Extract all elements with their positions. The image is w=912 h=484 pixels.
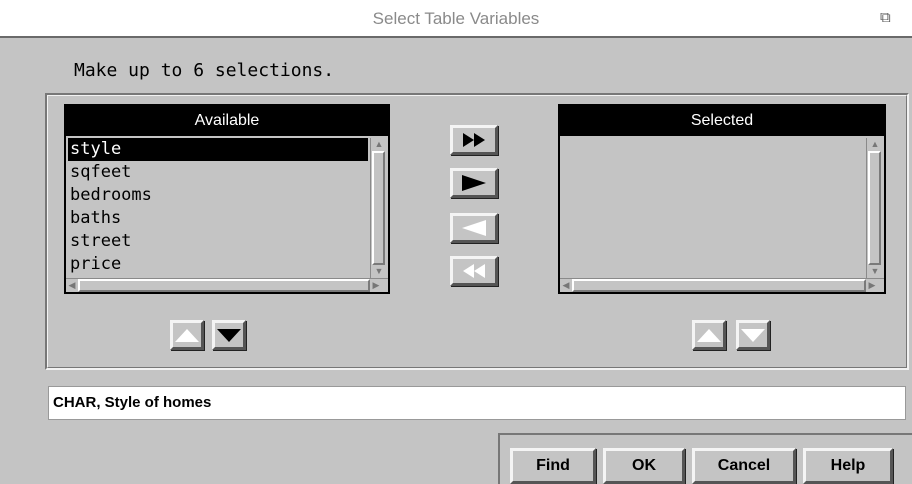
selected-horizontal-scrollbar[interactable]: ◀ ▶	[560, 278, 884, 292]
available-listbox[interactable]: Available style sqfeet bedrooms baths st…	[64, 104, 390, 294]
selected-vertical-scrollbar[interactable]: ▲ ▼	[866, 138, 882, 278]
variable-info-field[interactable]: CHAR, Style of homes	[48, 386, 906, 420]
find-button[interactable]: Find	[510, 448, 596, 484]
ok-button[interactable]: OK	[603, 448, 685, 484]
scroll-left-arrow-icon[interactable]: ◀	[560, 279, 572, 291]
available-vscroll-thumb[interactable]	[372, 151, 385, 265]
available-move-down-button[interactable]	[212, 320, 246, 350]
available-vertical-scrollbar[interactable]: ▲ ▼	[370, 138, 386, 278]
available-horizontal-scrollbar[interactable]: ◀ ▶	[66, 278, 388, 292]
selected-move-down-button[interactable]	[736, 320, 770, 350]
available-move-up-button[interactable]	[170, 320, 204, 350]
cancel-button[interactable]: Cancel	[692, 448, 796, 484]
up-arrow-icon	[697, 328, 721, 342]
down-arrow-icon	[217, 328, 241, 342]
selected-move-up-button[interactable]	[692, 320, 726, 350]
available-header: Available	[66, 106, 388, 136]
restore-icon[interactable]: ⧉	[880, 8, 906, 28]
right-arrow-icon	[462, 175, 486, 191]
scroll-up-arrow-icon[interactable]: ▲	[371, 138, 387, 150]
list-item-bedrooms[interactable]: bedrooms	[68, 184, 368, 207]
list-item-style[interactable]: style	[68, 138, 368, 161]
scroll-left-arrow-icon[interactable]: ◀	[66, 279, 78, 291]
list-item-street[interactable]: street	[68, 230, 368, 253]
scroll-right-arrow-icon[interactable]: ▶	[866, 279, 878, 291]
scroll-up-arrow-icon[interactable]: ▲	[867, 138, 883, 150]
scroll-down-arrow-icon[interactable]: ▼	[867, 265, 883, 277]
selected-vscroll-thumb[interactable]	[868, 151, 881, 265]
available-items: style sqfeet bedrooms baths street price	[68, 138, 368, 276]
double-right-arrow-icon	[463, 133, 485, 147]
window-title: Select Table Variables	[372, 9, 540, 28]
available-hscroll-thumb[interactable]	[78, 279, 370, 292]
list-item-baths[interactable]: baths	[68, 207, 368, 230]
instruction-text: Make up to 6 selections.	[74, 60, 335, 81]
down-arrow-icon	[741, 328, 765, 342]
add-all-button[interactable]	[450, 125, 498, 155]
list-item-price[interactable]: price	[68, 253, 368, 276]
add-button[interactable]	[450, 168, 498, 198]
scroll-down-arrow-icon[interactable]: ▼	[371, 265, 387, 277]
selected-header: Selected	[560, 106, 884, 136]
selected-listbox[interactable]: Selected ▲ ▼ ◀ ▶	[558, 104, 886, 294]
help-button[interactable]: Help	[803, 448, 893, 484]
scroll-right-arrow-icon[interactable]: ▶	[370, 279, 382, 291]
selected-hscroll-thumb[interactable]	[572, 279, 866, 292]
remove-button[interactable]	[450, 213, 498, 243]
list-item-sqfeet[interactable]: sqfeet	[68, 161, 368, 184]
select-table-variables-dialog: Select Table Variables ⧉ Make up to 6 se…	[0, 0, 912, 484]
remove-all-button[interactable]	[450, 256, 498, 286]
double-left-arrow-icon	[463, 264, 485, 278]
left-arrow-icon	[462, 220, 486, 236]
up-arrow-icon	[175, 328, 199, 342]
